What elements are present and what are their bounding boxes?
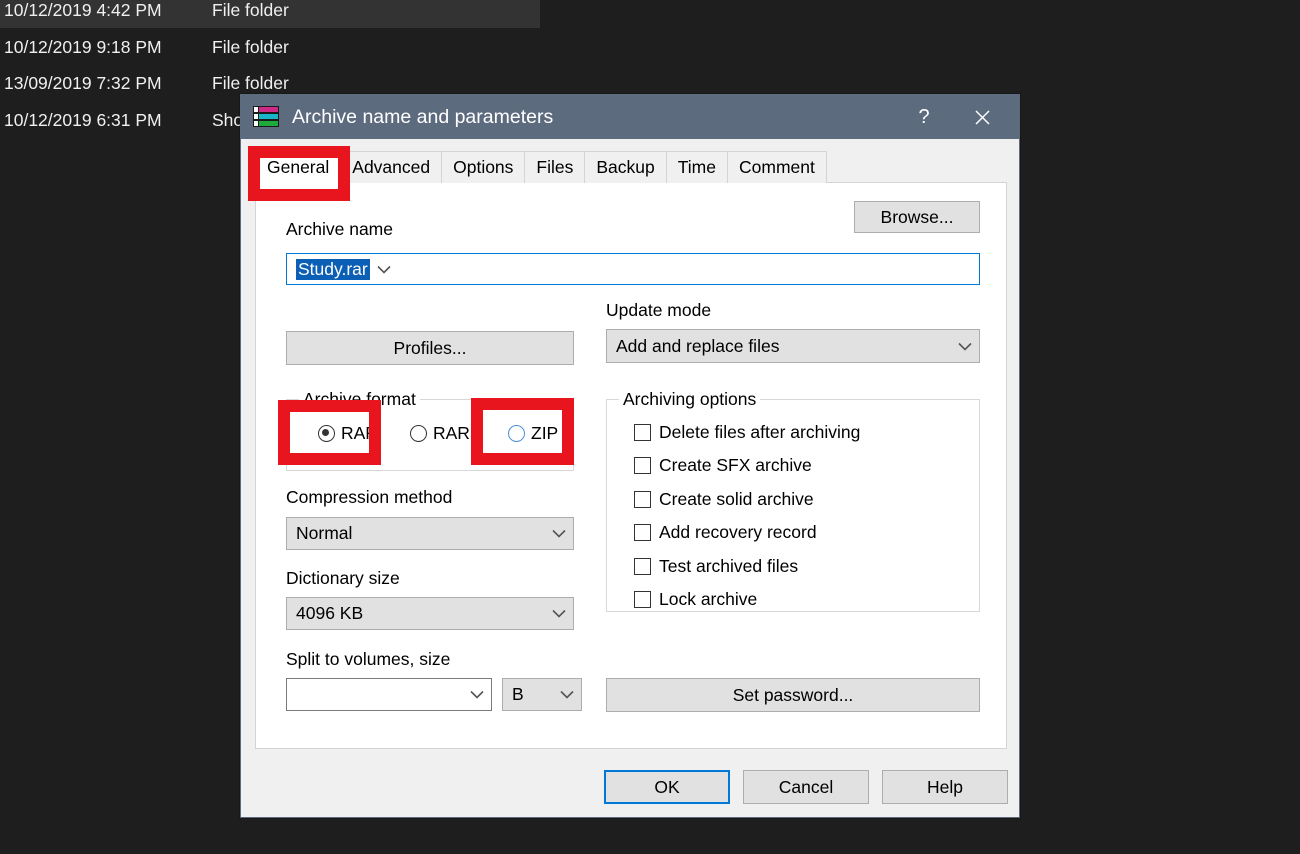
cancel-button[interactable]: Cancel	[743, 770, 869, 804]
dialog-title: Archive name and parameters	[292, 105, 554, 128]
chevron-down-icon[interactable]	[463, 690, 491, 699]
update-mode-label: Update mode	[606, 300, 712, 320]
help-icon[interactable]: ?	[901, 95, 947, 139]
split-volumes-unit-value: B	[512, 684, 524, 704]
dictionary-size-select[interactable]: 4096 KB	[286, 597, 574, 630]
tab-backup[interactable]: Backup	[584, 151, 667, 183]
checkbox-create-solid-archive[interactable]: Create solid archive	[634, 489, 814, 510]
checkbox-add-recovery-record[interactable]: Add recovery record	[634, 522, 817, 543]
tab-time[interactable]: Time	[665, 151, 728, 183]
archive-name-value: Study.rar	[296, 258, 370, 280]
checkbox-delete-files-after-archiving[interactable]: Delete files after archiving	[634, 422, 860, 443]
checkbox-label: Create solid archive	[659, 489, 814, 509]
general-tab-panel: Archive name Browse... Study.rar Profile…	[255, 182, 1007, 749]
compression-method-select[interactable]: Normal	[286, 517, 574, 550]
checkbox-label: Lock archive	[659, 589, 758, 609]
checkbox-label: Test archived files	[659, 556, 799, 576]
update-mode-value: Add and replace files	[616, 335, 780, 356]
split-volumes-input[interactable]	[286, 678, 492, 711]
winrar-books-icon	[253, 104, 279, 130]
dictionary-size-value: 4096 KB	[296, 603, 364, 623]
set-password-button[interactable]: Set password...	[606, 678, 980, 712]
chevron-down-icon[interactable]	[553, 690, 581, 699]
chevron-down-icon[interactable]	[545, 529, 573, 538]
checkbox-create-sfx-archive[interactable]: Create SFX archive	[634, 455, 812, 476]
checkbox-label: Add recovery record	[659, 522, 817, 542]
checkbox-icon	[634, 558, 651, 575]
chevron-down-icon[interactable]	[370, 265, 398, 274]
checkbox-icon	[634, 424, 651, 441]
checkbox-label: Delete files after archiving	[659, 422, 861, 442]
archive-parameters-dialog: Archive name and parameters ? General Ad…	[240, 94, 1020, 818]
file-type: File folder	[212, 0, 289, 20]
browse-button[interactable]: Browse...	[854, 201, 980, 233]
tab-options[interactable]: Options	[441, 151, 526, 183]
checkbox-test-archived-files[interactable]: Test archived files	[634, 556, 798, 577]
checkbox-icon	[634, 457, 651, 474]
chevron-down-icon[interactable]	[545, 609, 573, 618]
tab-bar: General Advanced Options Files Backup Ti…	[255, 151, 827, 183]
tab-advanced[interactable]: Advanced	[340, 151, 443, 183]
file-type: File folder	[212, 72, 289, 93]
tab-comment[interactable]: Comment	[727, 151, 827, 183]
checkbox-label: Create SFX archive	[659, 455, 812, 475]
chevron-down-icon[interactable]	[951, 342, 979, 351]
archive-format-label: Archive format	[299, 389, 420, 410]
radio-rar-label: RAR	[341, 423, 378, 443]
checkbox-icon	[634, 524, 651, 541]
radio-rar[interactable]: RAR	[318, 423, 378, 444]
radio-button-icon	[508, 425, 525, 442]
tab-files[interactable]: Files	[524, 151, 586, 183]
radio-button-icon	[318, 425, 335, 442]
file-type: File folder	[212, 36, 289, 57]
file-date: 10/12/2019 4:42 PM	[4, 0, 162, 20]
dictionary-size-label: Dictionary size	[286, 568, 400, 588]
checkbox-lock-archive[interactable]: Lock archive	[634, 589, 757, 610]
archiving-options-label: Archiving options	[619, 389, 761, 410]
archive-name-input[interactable]: Study.rar	[286, 253, 980, 285]
split-volumes-unit-select[interactable]: B	[502, 678, 582, 711]
table-row[interactable]: 10/12/2019 9:18 PM File folder	[0, 29, 540, 65]
checkbox-icon	[634, 591, 651, 608]
radio-zip[interactable]: ZIP	[508, 423, 558, 444]
dialog-titlebar: Archive name and parameters ?	[241, 95, 1019, 139]
help-button[interactable]: Help	[882, 770, 1008, 804]
radio-rar5-label: RAR5	[433, 423, 480, 443]
radio-button-icon	[410, 425, 427, 442]
radio-rar5[interactable]: RAR5	[410, 423, 480, 444]
radio-zip-label: ZIP	[531, 423, 559, 443]
ok-button[interactable]: OK	[604, 770, 730, 804]
file-date: 10/12/2019 6:31 PM	[4, 109, 162, 130]
table-row[interactable]: 10/12/2019 4:42 PM File folder	[0, 0, 540, 28]
profiles-button[interactable]: Profiles...	[286, 331, 574, 365]
file-date: 10/12/2019 9:18 PM	[4, 36, 162, 57]
split-volumes-label: Split to volumes, size	[286, 649, 451, 669]
tab-general[interactable]: General	[255, 151, 342, 183]
checkbox-icon	[634, 491, 651, 508]
file-date: 13/09/2019 7:32 PM	[4, 72, 162, 93]
close-icon[interactable]	[959, 95, 1005, 139]
archive-name-label: Archive name	[286, 219, 393, 239]
compression-method-label: Compression method	[286, 487, 453, 507]
compression-method-value: Normal	[296, 523, 353, 543]
update-mode-select[interactable]: Add and replace files	[606, 329, 980, 363]
